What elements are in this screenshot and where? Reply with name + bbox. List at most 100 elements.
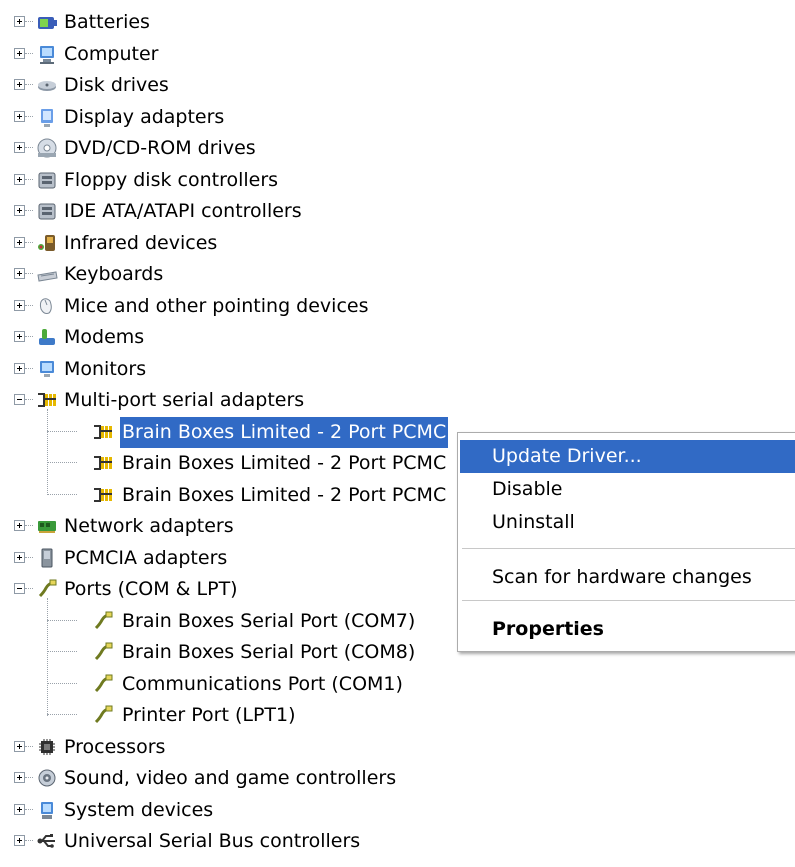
sound-icon xyxy=(36,767,58,789)
expand-toggle-icon[interactable] xyxy=(14,236,25,248)
tree-category[interactable]: Mice and other pointing devices xyxy=(0,291,795,322)
tree-connector-line xyxy=(47,682,77,684)
tree-category-label: Monitors xyxy=(64,357,147,380)
tree-category-label: Display adapters xyxy=(64,105,225,128)
port-icon xyxy=(92,641,114,663)
tree-connector-line xyxy=(25,840,33,841)
menu-separator xyxy=(462,548,795,549)
serial-adapter-icon xyxy=(92,421,114,443)
tree-connector-line xyxy=(25,210,33,211)
tree-category[interactable]: Sound, video and game controllers xyxy=(0,763,795,794)
tree-connector-line xyxy=(25,525,33,526)
port-icon xyxy=(92,673,114,695)
processor-icon xyxy=(36,736,58,758)
port-icon xyxy=(92,610,114,632)
keyboard-icon xyxy=(36,263,58,285)
tree-connector-line xyxy=(25,178,33,180)
tree-category[interactable]: Infrared devices xyxy=(0,228,795,259)
tree-category[interactable]: DVD/CD-ROM drives xyxy=(0,133,795,164)
collapse-toggle-icon[interactable] xyxy=(14,583,25,594)
tree-category-label: Sound, video and game controllers xyxy=(64,767,397,789)
tree-device-label: Printer Port (LPT1) xyxy=(122,704,296,726)
tree-connector-line xyxy=(25,273,33,274)
tree-category[interactable]: Display adapters xyxy=(0,102,795,133)
tree-connector-line xyxy=(25,556,33,558)
tree-category-label: Floppy disk controllers xyxy=(64,168,279,191)
menu-separator xyxy=(462,600,795,601)
tree-category[interactable]: System devices xyxy=(0,795,795,826)
tree-category-label: DVD/CD-ROM drives xyxy=(64,137,256,159)
expand-toggle-icon[interactable] xyxy=(14,520,25,531)
expand-toggle-icon[interactable] xyxy=(14,551,25,563)
expand-toggle-icon[interactable] xyxy=(14,740,25,752)
mouse-icon xyxy=(36,295,58,317)
tree-connector-line xyxy=(47,462,77,463)
pcmcia-icon xyxy=(36,547,58,569)
tree-connector-line xyxy=(25,808,33,810)
tree-category[interactable]: Processors xyxy=(0,732,795,763)
port-icon xyxy=(92,704,114,726)
dvd-drive-icon xyxy=(36,137,58,159)
tree-device-label: Brain Boxes Limited - 2 Port PCMC xyxy=(120,416,449,448)
collapse-toggle-icon[interactable] xyxy=(14,394,25,405)
expand-toggle-icon[interactable] xyxy=(14,16,25,27)
tree-connector-line xyxy=(47,619,77,621)
tree-category[interactable]: Monitors xyxy=(0,354,795,385)
expand-toggle-icon[interactable] xyxy=(14,205,25,216)
context-menu: Update Driver... Disable Uninstall Scan … xyxy=(457,432,795,652)
tree-category[interactable]: Computer xyxy=(0,39,795,70)
expand-toggle-icon[interactable] xyxy=(14,803,25,815)
disable-menu-item[interactable]: Disable xyxy=(460,473,795,506)
tree-category[interactable]: IDE ATA/ATAPI controllers xyxy=(0,196,795,227)
tree-device-label: Brain Boxes Limited - 2 Port PCMC xyxy=(122,452,447,474)
expand-toggle-icon[interactable] xyxy=(14,362,25,374)
tree-category[interactable]: Batteries xyxy=(0,7,795,38)
tree-connector-line xyxy=(25,777,33,778)
tree-category[interactable]: Modems xyxy=(0,322,795,353)
expand-toggle-icon[interactable] xyxy=(14,835,25,846)
properties-menu-item[interactable]: Properties xyxy=(460,613,795,646)
tree-connector-line xyxy=(25,52,33,54)
tree-connector-line xyxy=(25,147,33,148)
serial-adapter-icon xyxy=(92,452,114,474)
expand-toggle-icon[interactable] xyxy=(14,772,25,783)
tree-connector-line xyxy=(47,493,77,495)
tree-category-label: Network adapters xyxy=(64,515,234,537)
system-device-icon xyxy=(36,799,58,821)
tree-connector-line xyxy=(47,408,48,495)
tree-category[interactable]: Universal Serial Bus controllers xyxy=(0,826,795,857)
expand-toggle-icon[interactable] xyxy=(14,79,25,90)
tree-connector-line xyxy=(25,115,33,117)
tree-device-label: Brain Boxes Limited - 2 Port PCMC xyxy=(122,483,447,506)
tree-category[interactable]: Disk drives xyxy=(0,70,795,101)
tree-category-label: Processors xyxy=(64,735,166,758)
scan-hardware-menu-item[interactable]: Scan for hardware changes xyxy=(460,561,795,594)
expand-toggle-icon[interactable] xyxy=(14,299,25,311)
tree-connector-line xyxy=(25,745,33,747)
uninstall-menu-item[interactable]: Uninstall xyxy=(460,506,795,539)
ide-controller-icon xyxy=(36,200,58,222)
tree-category[interactable]: Floppy disk controllers xyxy=(0,165,795,196)
monitor-icon xyxy=(36,358,58,380)
tree-category-label: Modems xyxy=(64,326,145,348)
expand-toggle-icon[interactable] xyxy=(14,110,25,122)
serial-adapter-icon xyxy=(92,484,114,506)
tree-category-label: IDE ATA/ATAPI controllers xyxy=(64,200,302,222)
tree-category-label: Ports (COM & LPT) xyxy=(64,578,238,600)
tree-device-label: Brain Boxes Serial Port (COM8) xyxy=(122,641,416,663)
tree-category[interactable]: Keyboards xyxy=(0,259,795,290)
update-driver-menu-item[interactable]: Update Driver... xyxy=(460,440,795,473)
expand-toggle-icon[interactable] xyxy=(14,47,25,59)
tree-category-label: System devices xyxy=(64,798,214,821)
tree-category-label: Disk drives xyxy=(64,74,169,96)
expand-toggle-icon[interactable] xyxy=(14,268,25,279)
tree-category[interactable]: Multi-port serial adapters xyxy=(0,385,795,416)
tree-category-label: Universal Serial Bus controllers xyxy=(64,830,361,852)
expand-toggle-icon[interactable] xyxy=(14,331,25,342)
expand-toggle-icon[interactable] xyxy=(14,142,25,153)
tree-connector-line xyxy=(25,367,33,369)
tree-connector-line xyxy=(25,21,33,22)
tree-connector-line xyxy=(25,241,33,243)
expand-toggle-icon[interactable] xyxy=(14,173,25,185)
tree-connector-line xyxy=(47,714,77,715)
